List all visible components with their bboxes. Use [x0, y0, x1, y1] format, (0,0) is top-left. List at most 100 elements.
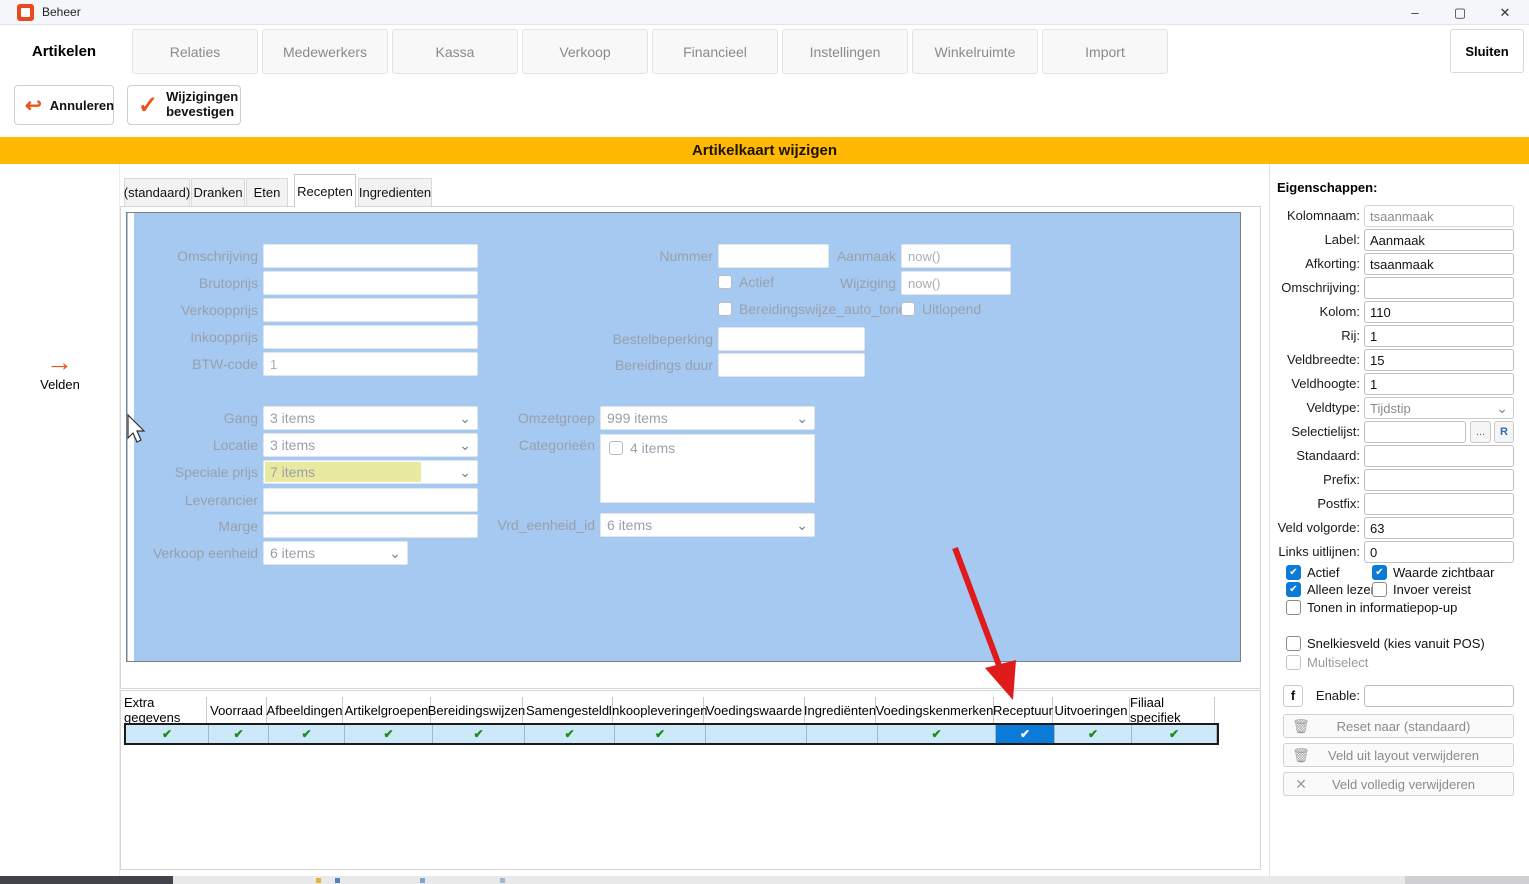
nav-tab-instellingen[interactable]: Instellingen: [782, 29, 908, 74]
actief-checkbox[interactable]: [718, 275, 732, 289]
nav-tab-artikelen[interactable]: Artikelen: [14, 29, 114, 74]
nav-tab-verkoop[interactable]: Verkoop: [522, 29, 648, 74]
subtab-extra-gegevens[interactable]: Extra gegevens: [124, 697, 207, 723]
check-cell[interactable]: ✔: [209, 725, 269, 743]
check-cell[interactable]: ✔: [1132, 725, 1217, 743]
veldhoogte-input[interactable]: [1364, 373, 1514, 395]
kolomnaam-input[interactable]: [1364, 205, 1514, 227]
check-cell[interactable]: ✔: [1055, 725, 1132, 743]
tonen-in-informatiepopup-checkbox[interactable]: Tonen in informatiepop-up: [1286, 600, 1457, 615]
omzetgroep-select[interactable]: 999 items⌄: [600, 406, 815, 430]
prefix-input[interactable]: [1364, 469, 1514, 491]
subtab-uitvoeringen[interactable]: Uitvoeringen: [1053, 697, 1130, 723]
subtab-ingredienten[interactable]: Ingrediënten: [805, 697, 876, 723]
verkoop-eenheid-select[interactable]: 6 items⌄: [263, 541, 408, 565]
check-cell[interactable]: [706, 725, 807, 743]
standaard-input[interactable]: [1364, 445, 1514, 467]
links-uitlijnen-input[interactable]: [1364, 541, 1514, 563]
minimize-icon[interactable]: –: [1393, 0, 1437, 25]
check-cell[interactable]: [807, 725, 878, 743]
veldtype-select[interactable]: Tijdstip⌄: [1364, 397, 1514, 419]
check-cell[interactable]: ✔: [525, 725, 615, 743]
bereidingswijze-auto-tonen-checkbox[interactable]: [718, 302, 732, 316]
brutoprijs-input[interactable]: [263, 271, 478, 295]
categorieen-item-checkbox[interactable]: [609, 441, 623, 455]
waarde-zichtbaar-checkbox[interactable]: ✔ Waarde zichtbaar: [1372, 565, 1494, 580]
subtab-voedingskenmerken[interactable]: Voedingskenmerken: [876, 697, 994, 723]
uitlopend-checkbox-row[interactable]: Uitlopend: [901, 301, 981, 317]
bestelbeperking-input[interactable]: [718, 327, 865, 351]
selectielijst-input[interactable]: [1364, 421, 1466, 443]
check-cell[interactable]: ✔: [878, 725, 996, 743]
gang-select[interactable]: 3 items⌄: [263, 406, 478, 430]
check-cell[interactable]: ✔: [345, 725, 433, 743]
check-cell[interactable]: ✔: [126, 725, 209, 743]
snelkiesveld-checkbox[interactable]: Snelkiesveld (kies vanuit POS): [1286, 636, 1485, 651]
sidebar-item-velden[interactable]: Velden: [0, 377, 120, 392]
wijziging-input[interactable]: [901, 271, 1011, 295]
nav-tab-financieel[interactable]: Financieel: [652, 29, 778, 74]
close-icon[interactable]: ✕: [1483, 0, 1527, 25]
afkorting-input[interactable]: [1364, 253, 1514, 275]
nav-tab-import[interactable]: Import: [1042, 29, 1168, 74]
check-cell[interactable]: ✔: [433, 725, 525, 743]
actief-prop-checkbox[interactable]: ✔ Actief: [1286, 565, 1340, 580]
veld-volgorde-input[interactable]: [1364, 517, 1514, 539]
tab-eten[interactable]: Eten: [246, 178, 288, 206]
selectielijst-r-button[interactable]: R: [1494, 421, 1514, 443]
actief-checkbox-row[interactable]: Actief: [718, 274, 774, 290]
omschrijving-input[interactable]: [263, 244, 478, 268]
locatie-select[interactable]: 3 items⌄: [263, 433, 478, 457]
subtab-filiaal-specifiek[interactable]: Filiaal specifiek: [1130, 697, 1215, 723]
nav-tab-medewerkers[interactable]: Medewerkers: [262, 29, 388, 74]
subtab-voorraad[interactable]: Voorraad: [207, 697, 267, 723]
subtab-receptuur[interactable]: Receptuur: [994, 697, 1053, 723]
alleen-lezen-checkbox[interactable]: ✔ Alleen lezen: [1286, 582, 1378, 597]
sluiten-button[interactable]: Sluiten: [1450, 29, 1524, 73]
subtab-samengesteld[interactable]: Samengesteld: [523, 697, 613, 723]
vrd-eenheid-id-select[interactable]: 6 items⌄: [600, 513, 815, 537]
subtab-afbeeldingen[interactable]: Afbeeldingen: [267, 697, 343, 723]
reset-standaard-button[interactable]: 🗑 Reset naar (standaard): [1283, 714, 1514, 738]
enable-input[interactable]: [1364, 685, 1514, 707]
bereidings-duur-input[interactable]: [718, 353, 865, 377]
veld-volledig-verwijderen-button[interactable]: ✕ Veld volledig verwijderen: [1283, 772, 1514, 796]
subtab-artikelgroepen[interactable]: Artikelgroepen: [343, 697, 431, 723]
categorieen-listbox[interactable]: 4 items: [600, 434, 815, 503]
rij-input[interactable]: [1364, 325, 1514, 347]
leverancier-input[interactable]: [263, 488, 478, 512]
check-cell[interactable]: ✔: [269, 725, 345, 743]
subtab-inkoopleveringen[interactable]: Inkoopleveringen: [613, 697, 704, 723]
selectielijst-browse-button[interactable]: ...: [1470, 421, 1491, 443]
veld-uit-layout-verwijderen-button[interactable]: 🗑 Veld uit layout verwijderen: [1283, 743, 1514, 767]
bereidingswijze-auto-tonen-checkbox-row[interactable]: Bereidingswijze_auto_tonen: [718, 301, 914, 317]
tab-recepten[interactable]: Recepten: [294, 174, 356, 207]
postfix-input[interactable]: [1364, 493, 1514, 515]
uitlopend-checkbox[interactable]: [901, 302, 915, 316]
inkoopprijs-input[interactable]: [263, 325, 478, 349]
tab-ingredienten[interactable]: Ingredienten: [358, 178, 432, 206]
speciale-prijs-label: Speciale prijs: [136, 460, 258, 484]
kolom-input[interactable]: [1364, 301, 1514, 323]
nav-tab-relaties[interactable]: Relaties: [132, 29, 258, 74]
aanmaak-input[interactable]: [901, 244, 1011, 268]
speciale-prijs-select[interactable]: 7 items⌄: [263, 460, 478, 484]
nav-tab-winkelruimte[interactable]: Winkelruimte: [912, 29, 1038, 74]
btw-code-input[interactable]: [263, 352, 478, 376]
invoer-vereist-checkbox[interactable]: Invoer vereist: [1372, 582, 1471, 597]
marge-input[interactable]: [263, 514, 478, 538]
omschrijving-prop-input[interactable]: [1364, 277, 1514, 299]
subtab-voedingswaarde[interactable]: Voedingswaarde: [704, 697, 805, 723]
subtab-bereidingswijzen[interactable]: Bereidingswijzen: [431, 697, 523, 723]
veldbreedte-input[interactable]: [1364, 349, 1514, 371]
annuleren-button[interactable]: ↩ Annuleren: [14, 85, 114, 125]
check-cell-selected-receptuur[interactable]: ✔: [996, 725, 1055, 743]
tab-dranken[interactable]: Dranken: [191, 178, 245, 206]
tab-standaard[interactable]: (standaard): [124, 178, 190, 206]
verkoopprijs-input[interactable]: [263, 298, 478, 322]
label-input[interactable]: [1364, 229, 1514, 251]
nav-tab-kassa[interactable]: Kassa: [392, 29, 518, 74]
maximize-icon[interactable]: ▢: [1438, 0, 1482, 25]
check-cell[interactable]: ✔: [615, 725, 706, 743]
wijzigingen-bevestigen-button[interactable]: ✓ Wijzigingen bevestigen: [127, 85, 241, 125]
